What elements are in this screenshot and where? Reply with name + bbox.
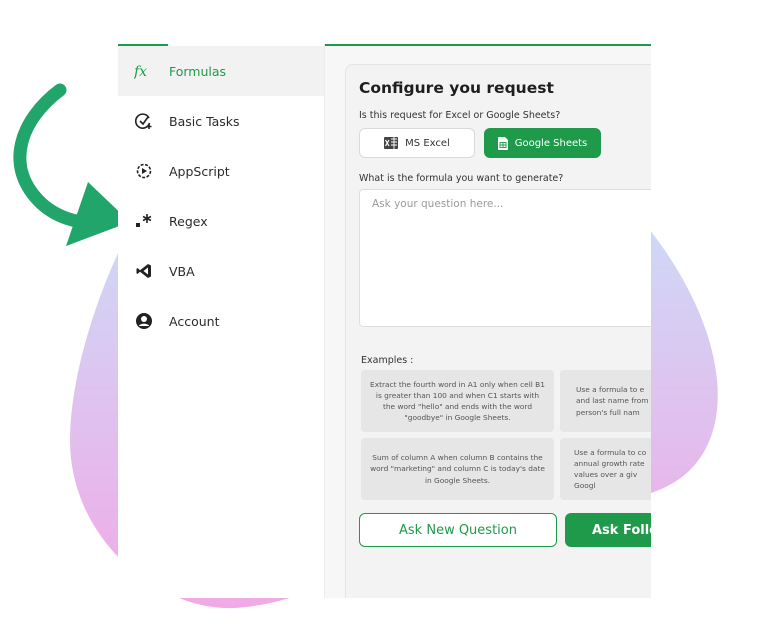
fx-icon: fx — [134, 61, 154, 81]
sidebar-item-label: AppScript — [169, 163, 230, 179]
ask-new-question-button[interactable]: Ask New Question — [359, 513, 557, 547]
excel-icon — [384, 137, 399, 149]
sidebar-item-label: Basic Tasks — [169, 113, 240, 129]
example-card[interactable]: Use a formula to e and last name from pe… — [560, 370, 651, 432]
sidebar-item-appscript[interactable]: AppScript — [118, 146, 324, 196]
question-placeholder: Ask your question here... — [372, 198, 504, 210]
google-sheets-label: Google Sheets — [514, 137, 588, 149]
question-input[interactable]: Ask your question here... — [359, 189, 651, 327]
sheets-icon — [497, 136, 508, 150]
platform-question: Is this request for Excel or Google Shee… — [359, 110, 561, 121]
ask-follow-label: Ask Follow — [592, 522, 651, 538]
app-window: fx Formulas Basic Tasks AppScript Regex — [118, 44, 651, 598]
check-plus-icon — [134, 111, 154, 131]
main-content: Configure you request Is this request fo… — [325, 44, 651, 598]
request-card: Configure you request Is this request fo… — [345, 64, 651, 598]
examples-label: Examples : — [361, 355, 414, 366]
play-gear-icon — [134, 161, 154, 181]
svg-text:fx: fx — [134, 64, 147, 79]
sidebar-item-vba[interactable]: VBA — [118, 246, 324, 296]
page-title: Configure you request — [359, 79, 554, 97]
example-text: Sum of column A when column B contains t… — [370, 453, 545, 485]
sidebar-item-label: VBA — [169, 263, 195, 279]
example-card[interactable]: Sum of column A when column B contains t… — [361, 438, 554, 500]
example-text: Extract the fourth word in A1 only when … — [370, 379, 545, 423]
ask-follow-up-button[interactable]: Ask Follow — [565, 513, 651, 547]
sidebar-item-basic-tasks[interactable]: Basic Tasks — [118, 96, 324, 146]
sidebar-item-regex[interactable]: Regex — [118, 196, 324, 246]
formula-question: What is the formula you want to generate… — [359, 173, 564, 184]
sidebar-item-label: Formulas — [169, 63, 227, 79]
main-top-accent — [325, 44, 651, 46]
example-text: Use a formula to co annual growth rate v… — [574, 447, 647, 491]
example-text: Use a formula to e and last name from pe… — [576, 385, 649, 417]
ms-excel-button[interactable]: MS Excel — [359, 128, 475, 158]
ms-excel-label: MS Excel — [405, 137, 450, 149]
vscode-icon — [134, 261, 154, 281]
google-sheets-button[interactable]: Google Sheets — [484, 128, 601, 158]
user-icon — [134, 311, 154, 331]
sidebar-item-account[interactable]: Account — [118, 296, 324, 346]
sidebar-item-label: Regex — [169, 213, 208, 229]
example-card[interactable]: Use a formula to co annual growth rate v… — [560, 438, 651, 500]
example-card[interactable]: Extract the fourth word in A1 only when … — [361, 370, 554, 432]
sidebar-item-formulas[interactable]: fx Formulas — [118, 46, 324, 96]
sidebar: fx Formulas Basic Tasks AppScript Regex — [118, 44, 325, 598]
sidebar-item-label: Account — [169, 313, 220, 329]
ask-new-label: Ask New Question — [399, 522, 517, 538]
regex-icon — [134, 211, 154, 231]
